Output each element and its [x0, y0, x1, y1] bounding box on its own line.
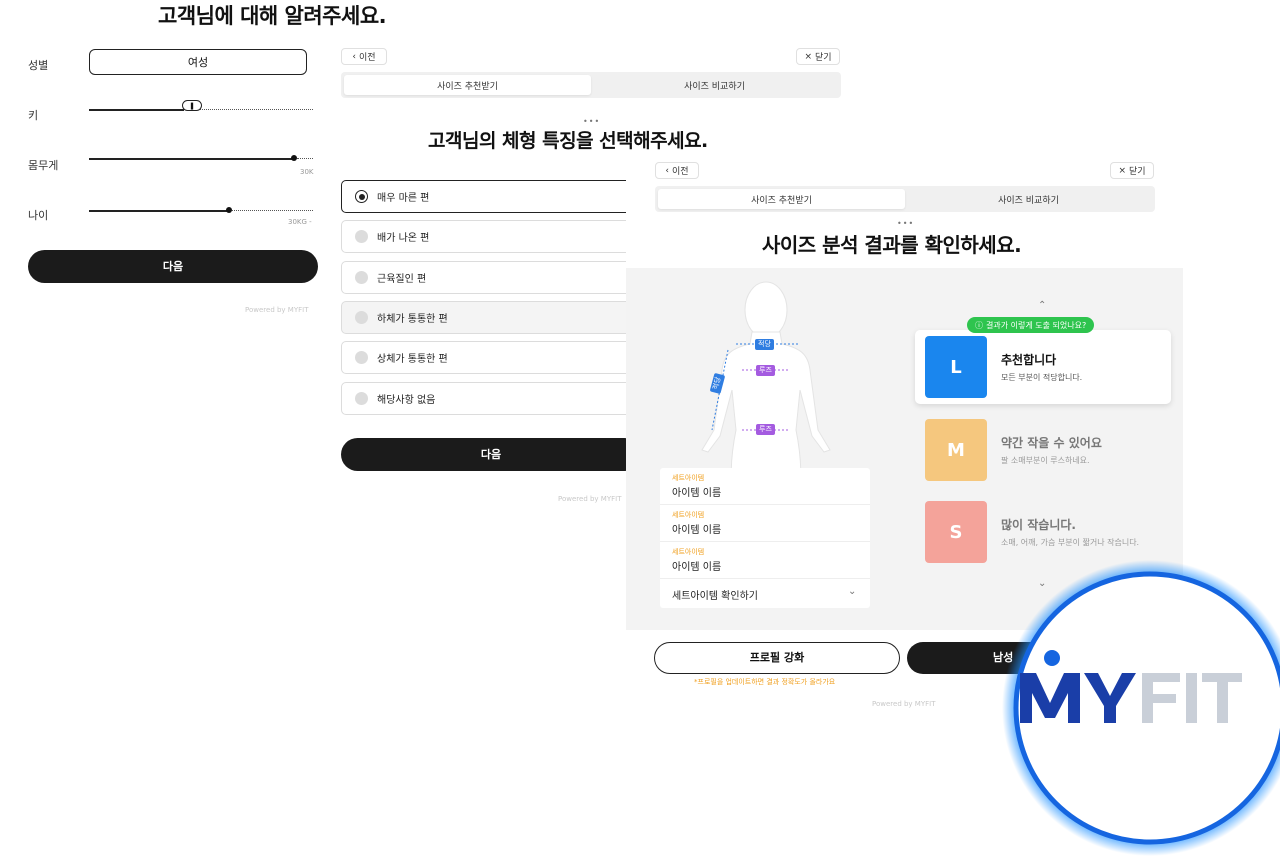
size-card-desc: 모든 부분이 적당합니다. [1001, 373, 1083, 382]
panel3-back-button[interactable]: ‹ 이전 [655, 162, 699, 179]
size-card-title: 추천합니다 [1001, 353, 1057, 367]
profile-enhance-button[interactable]: 프로필 강화 [654, 642, 900, 674]
size-card-desc: 팔 소매부분이 루스하네요. [1001, 456, 1090, 465]
profile-note: *프로필을 업데이트하면 결과 정확도가 올라가요 [694, 678, 836, 686]
waist-tag: 루즈 [756, 424, 775, 435]
question-icon: ⓘ [975, 320, 983, 330]
size-badge: L [925, 336, 987, 398]
why-result-badge[interactable]: ⓘ 결과가 이렇게 도출 되었나요? [967, 317, 1095, 333]
panel2-progress-dots: ••• [583, 117, 601, 126]
panel2-title: 고객님의 체형 특징을 선택해주세요. [428, 130, 708, 152]
option-upper-body[interactable]: 상체가 통통한 편 [341, 341, 641, 374]
size-card-title: 많이 작습니다. [1001, 518, 1076, 532]
shoulder-tag: 적당 [755, 339, 774, 350]
set-items-box: 세트아이템 아이템 이름 세트아이템 아이템 이름 세트아이템 아이템 이름 세… [660, 468, 870, 608]
panel3-progress-dots: ••• [897, 219, 915, 228]
panel2-powered: Powered by MYFIT [558, 495, 622, 503]
panel3-close-button[interactable]: × 닫기 [1110, 162, 1154, 179]
gender-select[interactable]: 여성 [89, 49, 307, 75]
option-belly[interactable]: 배가 나온 편 [341, 220, 641, 253]
age-label: 나이 [28, 209, 49, 222]
option-none[interactable]: 해당사항 없음 [341, 382, 641, 415]
size-card-recommended[interactable]: L 추천합니다 모든 부분이 적당합니다. [915, 330, 1171, 404]
weight-tick: 30K [300, 168, 314, 176]
set-item-category: 세트아이템 [672, 548, 705, 556]
set-item-name: 아이템 이름 [672, 488, 722, 499]
weight-label: 몸무게 [28, 159, 59, 172]
height-slider-rest [200, 109, 313, 110]
gender-label: 성별 [28, 59, 49, 72]
size-card-title: 약간 작을 수 있어요 [1001, 436, 1102, 450]
myfit-logo [1002, 560, 1280, 856]
tab-size-compare[interactable]: 사이즈 비교하기 [591, 75, 838, 95]
weight-slider-track[interactable] [89, 158, 294, 160]
tab-size-recommend[interactable]: 사이즈 추천받기 [658, 189, 905, 209]
set-item-name: 아이템 이름 [672, 562, 722, 573]
chevron-left-icon: ‹ [665, 165, 670, 176]
set-items-toggle[interactable]: 세트아이템 확인하기 [672, 587, 758, 602]
age-slider-knob[interactable] [226, 207, 232, 213]
option-muscular[interactable]: 근육질인 편 [341, 261, 641, 294]
set-item-category: 세트아이템 [672, 474, 705, 482]
radio-icon [355, 311, 368, 324]
radio-icon [355, 271, 368, 284]
size-card-m[interactable]: M 약간 작을 수 있어요 팔 소매부분이 루스하네요. [915, 413, 1171, 487]
chevron-down-icon[interactable]: ⌄ [848, 586, 856, 597]
chevron-up-icon[interactable]: ⌃ [1038, 300, 1046, 311]
panel1-next-button[interactable]: 다음 [28, 250, 318, 283]
panel2-tabbar: 사이즈 추천받기 사이즈 비교하기 [341, 72, 841, 98]
radio-icon [355, 351, 368, 364]
panel2-back-button[interactable]: ‹ 이전 [341, 48, 387, 65]
age-slider-rest [232, 210, 313, 211]
chest-tag: 루즈 [756, 365, 775, 376]
option-very-thin[interactable]: 매우 마른 편 [341, 180, 641, 213]
close-icon: × [804, 51, 812, 62]
panel3-title: 사이즈 분석 결과를 확인하세요. [762, 233, 1022, 257]
set-item-category: 세트아이템 [672, 511, 705, 519]
age-slider-track[interactable] [89, 210, 229, 212]
set-item-row[interactable]: 세트아이템 아이템 이름 [660, 542, 870, 579]
set-item-row[interactable]: 세트아이템 아이템 이름 [660, 468, 870, 505]
size-badge: S [925, 501, 987, 563]
panel2-next-button[interactable]: 다음 [341, 438, 641, 471]
height-label: 키 [28, 109, 39, 122]
set-item-name: 아이템 이름 [672, 525, 722, 536]
weight-slider-rest [297, 158, 313, 159]
option-lower-body[interactable]: 하체가 통통한 편 [341, 301, 641, 334]
tab-size-recommend[interactable]: 사이즈 추천받기 [344, 75, 591, 95]
weight-slider-knob[interactable] [291, 155, 297, 161]
height-slider-track[interactable] [89, 109, 184, 111]
age-tick: 30KG - [288, 218, 312, 226]
height-slider-knob[interactable]: ❚ [182, 100, 202, 111]
radio-selected-icon [355, 190, 368, 203]
panel2-close-button[interactable]: × 닫기 [796, 48, 840, 65]
panel1-title: 고객님에 대해 알려주세요. [158, 4, 387, 28]
close-icon: × [1118, 165, 1126, 176]
radio-icon [355, 392, 368, 405]
radio-icon [355, 230, 368, 243]
size-card-desc: 소매, 어깨, 가슴 부분이 짧거나 작습니다. [1001, 538, 1140, 547]
panel3-tabbar: 사이즈 추천받기 사이즈 비교하기 [655, 186, 1155, 212]
panel1-powered: Powered by MYFIT [245, 306, 309, 314]
set-item-row[interactable]: 세트아이템 아이템 이름 [660, 505, 870, 542]
panel3-powered: Powered by MYFIT [872, 700, 936, 708]
chevron-left-icon: ‹ [352, 51, 357, 62]
tab-size-compare[interactable]: 사이즈 비교하기 [905, 189, 1152, 209]
size-badge: M [925, 419, 987, 481]
